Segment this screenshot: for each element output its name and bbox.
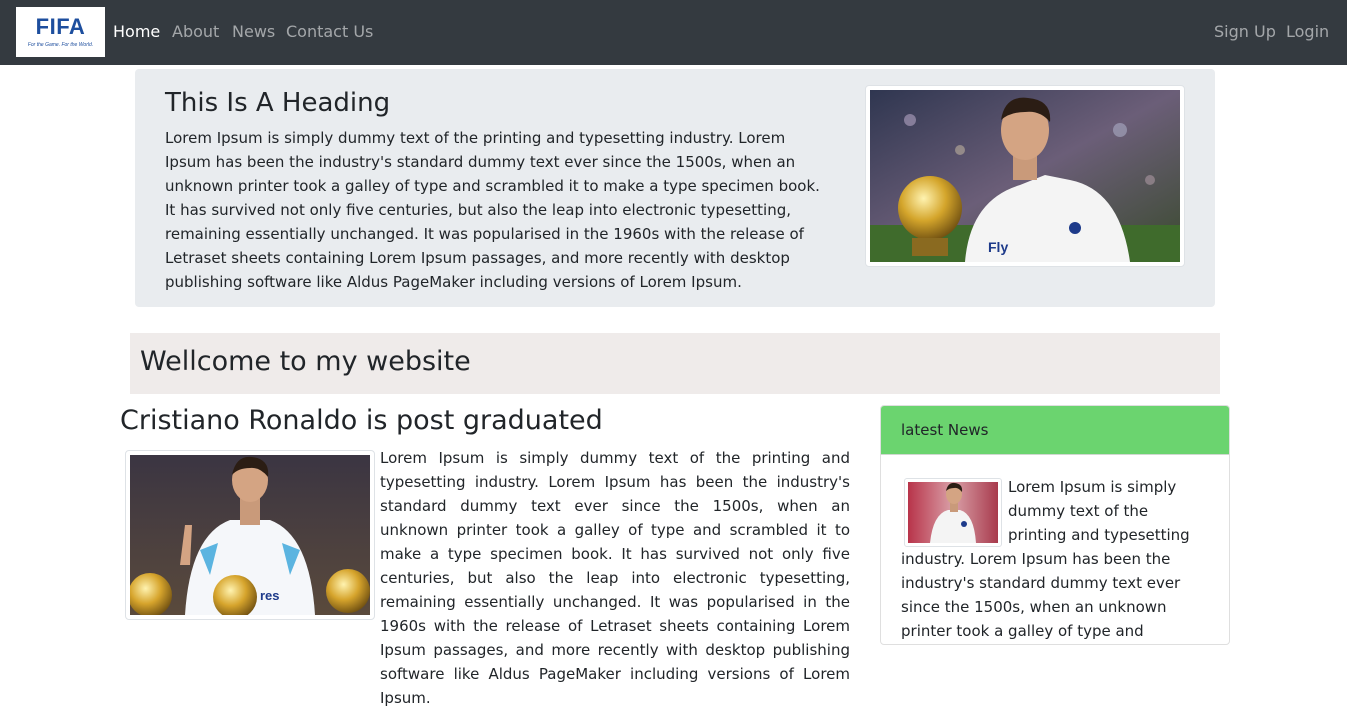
- nav-link-news[interactable]: News: [232, 20, 275, 44]
- latest-news-body: Lorem Ipsum is simply dummy text of the …: [881, 455, 1229, 644]
- welcome-title: Wellcome to my website: [140, 346, 471, 377]
- nav-link-about[interactable]: About: [172, 20, 219, 44]
- jumbotron-text: Lorem Ipsum is simply dummy text of the …: [165, 129, 820, 291]
- fifa-logo[interactable]: FIFA For the Game. For the World.: [16, 7, 105, 57]
- nav-link-contact-us[interactable]: Contact Us: [286, 20, 373, 44]
- ronaldo-ballon-dor-photo: Fly: [865, 85, 1185, 267]
- svg-text:Fly: Fly: [988, 239, 1008, 255]
- article-text: Lorem Ipsum is simply dummy text of the …: [380, 449, 850, 707]
- jumbotron: This Is A Heading Lorem Ipsum is simply …: [135, 69, 1215, 307]
- jumbotron-heading: This Is A Heading: [165, 88, 391, 118]
- navbar: FIFA For the Game. For the World. Home A…: [0, 0, 1347, 65]
- nav-link-login[interactable]: Login: [1286, 20, 1329, 44]
- logo-tagline: For the Game. For the World.: [27, 42, 94, 48]
- article-title: Cristiano Ronaldo is post graduated: [120, 405, 603, 436]
- welcome-banner: Wellcome to my website: [130, 333, 1220, 394]
- latest-news-card: latest News Lorem Ipsum is simply dummy …: [880, 405, 1230, 645]
- nav-link-home[interactable]: Home: [113, 20, 160, 44]
- logo-wordmark: FIFA: [35, 14, 86, 39]
- latest-news-header: latest News: [881, 406, 1229, 455]
- news-thumbnail[interactable]: [904, 478, 1002, 547]
- nav-link-sign-up[interactable]: Sign Up: [1214, 20, 1276, 44]
- ronaldo-trophies-photo: res: [125, 450, 375, 620]
- svg-text:res: res: [260, 588, 280, 603]
